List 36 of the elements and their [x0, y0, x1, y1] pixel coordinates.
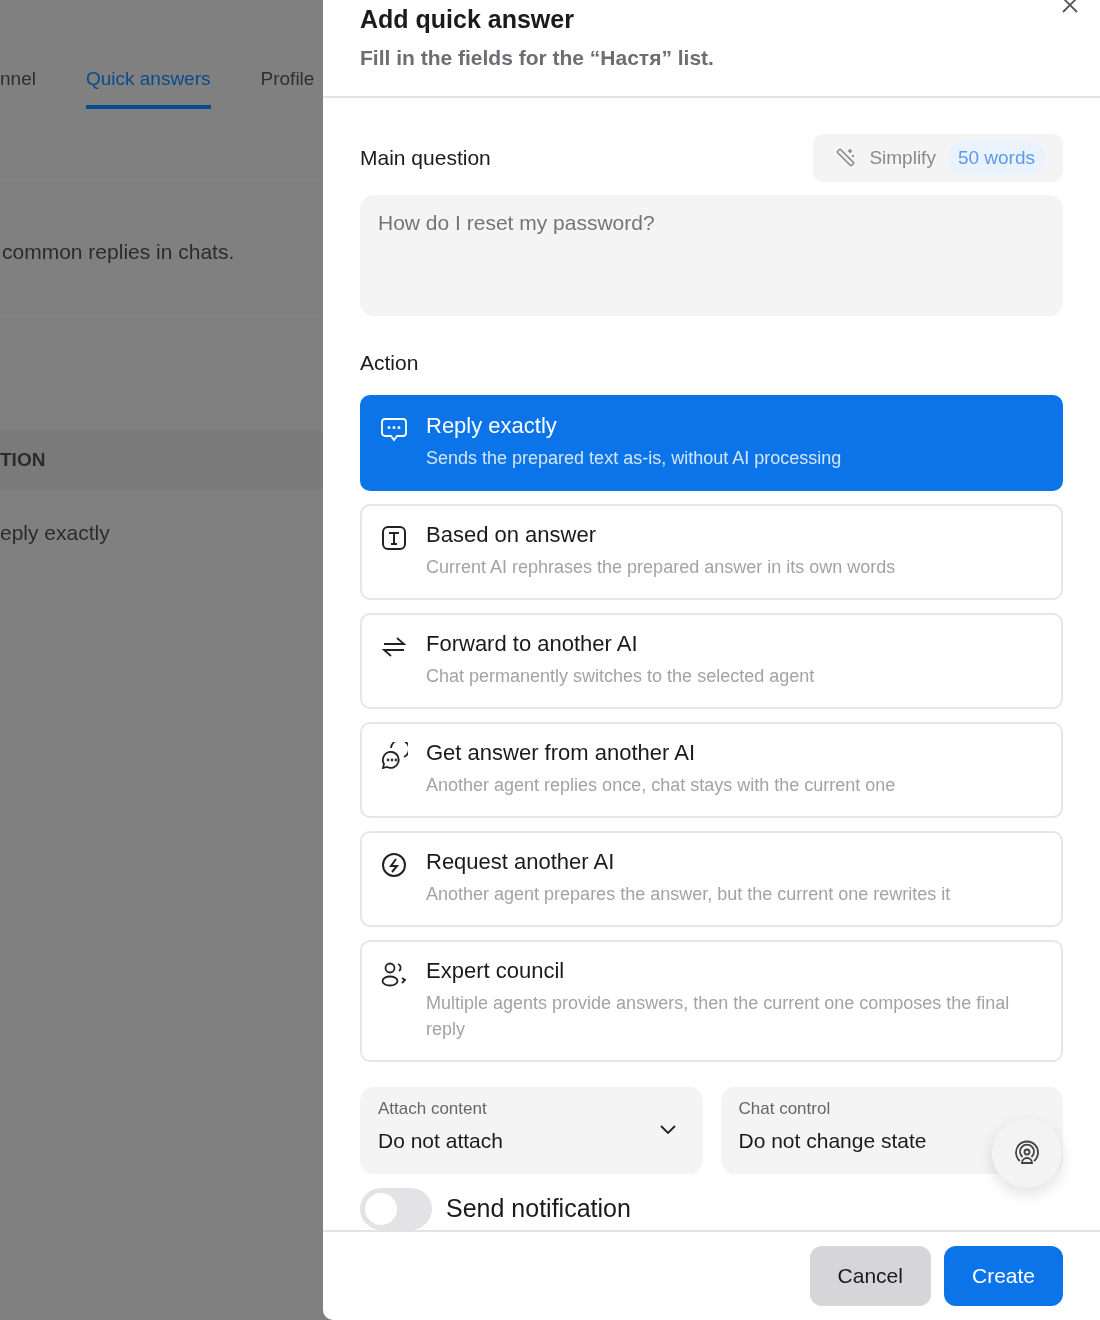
toggle-label: Send notification: [446, 1192, 631, 1224]
action-option[interactable]: Expert council Multiple agents provide answers, then the current one composes the final reply: [360, 939, 1063, 1062]
option-title: Get answer from another AI: [426, 738, 697, 767]
description-text: common replies in chats.: [2, 238, 235, 265]
word-count-badge: 50 words: [947, 140, 1045, 176]
row-value: eply exactly: [0, 520, 111, 546]
option-title: Request another AI: [426, 847, 616, 876]
option-description: Another agent prepares the answer, but the current one rewrites it: [426, 882, 951, 906]
option-title: Expert council: [426, 956, 566, 985]
option-title: Reply exactly: [426, 411, 558, 440]
option-description: Another agent replies once, chat stays with the current one: [426, 773, 896, 797]
dialog-subtitle: Fill in the fields for the “Настя” list.: [360, 45, 715, 71]
action-option[interactable]: Forward to another AI Chat permanently switches to the selected agent: [360, 612, 1063, 709]
field-label: Main question: [360, 145, 491, 172]
lightning-circle-icon: [380, 850, 408, 879]
section-title: TION: [0, 447, 46, 472]
option-description: Multiple agents provide answers, then the current one composes the final reply: [426, 991, 1011, 1041]
question-field[interactable]: How do I reset my password?: [360, 195, 1063, 317]
action-option[interactable]: Get answer from another AI Another agent replies once, chat stays with the current one: [360, 721, 1063, 818]
chevron-down-icon: [658, 1123, 677, 1136]
action-option[interactable]: Based on answer Current AI rephrases the prepared answer in its own words: [360, 503, 1063, 600]
option-description: Current AI rephrases the prepared answer in its own words: [426, 555, 896, 579]
create-button[interactable]: Create: [943, 1245, 1063, 1306]
option-title: Based on answer: [426, 520, 597, 549]
tab[interactable]: nnel: [0, 64, 36, 109]
toggle-switch[interactable]: [360, 1187, 432, 1230]
text-icon: [380, 523, 408, 552]
option-description: Sends the prepared text as-is, without AI processing: [426, 446, 842, 470]
section-label: Action: [360, 350, 420, 377]
select-field[interactable]: Attach content Do not attach: [360, 1086, 703, 1174]
option-description: Chat permanently switches to the selected agent: [426, 664, 815, 688]
cancel-button[interactable]: Cancel: [809, 1245, 931, 1306]
option-title: Forward to another AI: [426, 629, 639, 658]
dialog-title: Add quick answer: [360, 4, 575, 35]
action-option[interactable]: Reply exactly Sends the prepared text as-is, without AI processing: [360, 394, 1063, 491]
action-option[interactable]: Request another AI Another agent prepares the answer, but the current one rewrites it: [360, 830, 1063, 927]
